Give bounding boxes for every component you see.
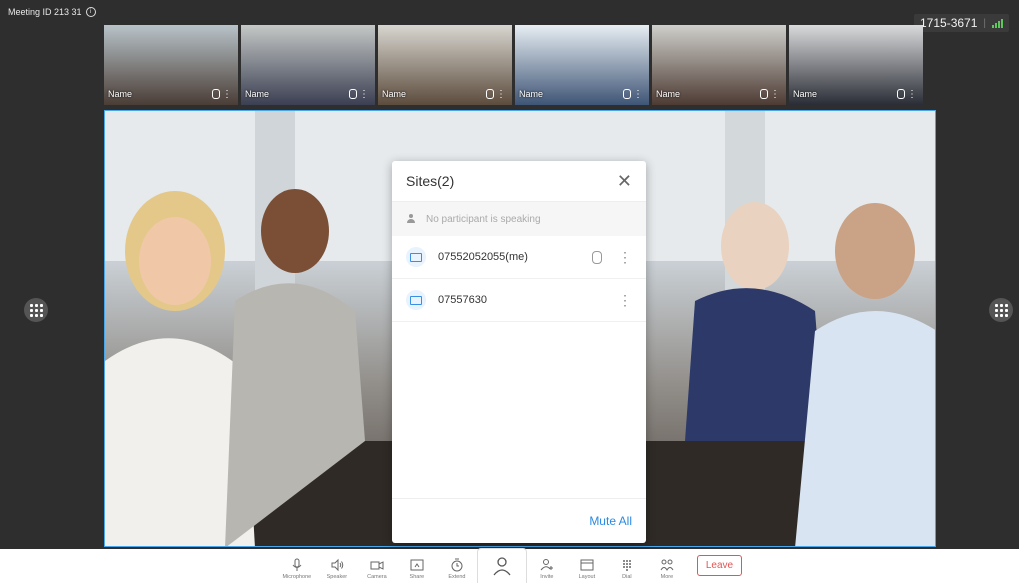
microphone-icon xyxy=(349,89,357,99)
thumbnail-name: Name xyxy=(656,89,681,99)
more-icon[interactable]: ⋮ xyxy=(359,90,369,100)
toolbar-label: Share xyxy=(409,574,425,580)
dial-button[interactable]: Dial xyxy=(607,549,647,583)
toolbar-label: Camera xyxy=(367,574,387,580)
toolbar-label: Invite xyxy=(540,574,554,580)
camera-icon xyxy=(370,561,384,570)
grid-icon xyxy=(29,303,43,317)
site-screen-icon xyxy=(406,247,426,267)
sites-panel-header: Sites(2) ✕ xyxy=(392,161,646,202)
extend-button[interactable]: Extend xyxy=(437,549,477,583)
layout-icon xyxy=(580,559,594,571)
microphone-icon xyxy=(760,89,768,99)
thumbnail-video[interactable]: Name ⋮ xyxy=(378,25,512,105)
speaking-status-text: No participant is speaking xyxy=(426,213,541,225)
share-icon xyxy=(410,559,424,571)
right-dialpad-button[interactable] xyxy=(989,298,1013,322)
meeting-id: Meeting ID 213 31 i xyxy=(8,7,96,17)
meeting-stage: Meeting ID 213 31 i 1715-3671 | Name ⋮ Na… xyxy=(0,0,1019,549)
leave-button[interactable]: Leave xyxy=(696,555,743,576)
participant-name: 07557630 xyxy=(438,294,487,306)
thumbnail-name: Name xyxy=(519,89,544,99)
participant-row[interactable]: 07552052055(me) ⋮ xyxy=(392,236,646,279)
info-icon[interactable]: i xyxy=(85,7,96,17)
separator: | xyxy=(983,17,986,29)
more-button[interactable]: More xyxy=(647,549,687,583)
toolbar-label: Extend xyxy=(448,574,466,580)
close-icon[interactable]: ✕ xyxy=(617,172,632,190)
speaker-icon xyxy=(331,558,344,572)
more-options-icon[interactable]: ⋮ xyxy=(618,293,632,307)
thumbnail-video[interactable]: Name ⋮ xyxy=(789,25,923,105)
participants-button[interactable] xyxy=(476,548,527,583)
thumbnail-name: Name xyxy=(108,89,133,99)
left-dialpad-button[interactable] xyxy=(24,298,48,322)
toolbar-label: Dial xyxy=(622,574,632,580)
dialpad-icon xyxy=(622,560,631,571)
thumbnail-video[interactable]: Name ⋮ xyxy=(515,25,649,105)
thumbnail-name: Name xyxy=(382,89,407,99)
thumbnail-name: Name xyxy=(245,89,270,99)
bottom-toolbar: Microphone Speaker Camera Share Extend I… xyxy=(0,548,1019,583)
timer-icon xyxy=(451,558,463,572)
invite-icon xyxy=(540,559,553,571)
toolbar-label: Speaker xyxy=(326,574,348,580)
toolbar-label: More xyxy=(660,574,674,580)
more-icon[interactable]: ⋮ xyxy=(222,90,232,100)
microphone-button[interactable]: Microphone xyxy=(277,549,317,583)
speaker-button[interactable]: Speaker xyxy=(317,549,357,583)
toolbar-label: Layout xyxy=(578,574,596,580)
participant-row[interactable]: 07557630 ⋮ xyxy=(392,279,646,322)
invite-button[interactable]: Invite xyxy=(527,549,567,583)
more-icon[interactable]: ⋮ xyxy=(496,90,506,100)
grid-icon xyxy=(994,303,1008,317)
camera-button[interactable]: Camera xyxy=(357,549,397,583)
meeting-code-badge: 1715-3671 | xyxy=(914,14,1009,32)
microphone-icon xyxy=(486,89,494,99)
microphone-icon xyxy=(212,89,220,99)
microphone-icon xyxy=(292,558,302,571)
more-icon[interactable]: ⋮ xyxy=(633,90,643,100)
layout-button[interactable]: Layout xyxy=(567,549,607,583)
signal-icon xyxy=(992,18,1003,28)
thumbnail-video[interactable]: Name ⋮ xyxy=(652,25,786,105)
share-button[interactable]: Share xyxy=(397,549,437,583)
sites-panel: Sites(2) ✕ No participant is speaking 07… xyxy=(392,161,646,543)
participants-icon xyxy=(493,557,511,576)
thumbnail-strip: Name ⋮ Name ⋮ Name ⋮ Name ⋮ Name ⋮ Name ⋮ xyxy=(104,25,923,105)
thumbnail-video[interactable]: Name ⋮ xyxy=(104,25,238,105)
meeting-id-label: Meeting ID 213 31 xyxy=(8,7,82,17)
thumbnail-name: Name xyxy=(793,89,818,99)
microphone-icon[interactable] xyxy=(592,250,602,264)
sites-panel-footer: Mute All xyxy=(392,498,646,543)
participant-name: 07552052055(me) xyxy=(438,251,528,263)
more-icon[interactable]: ⋮ xyxy=(907,90,917,100)
speaker-person-icon xyxy=(406,214,416,224)
mute-all-button[interactable]: Mute All xyxy=(589,514,632,528)
speaking-status: No participant is speaking xyxy=(392,202,646,236)
more-options-icon[interactable]: ⋮ xyxy=(618,250,632,264)
toolbar-label: Microphone xyxy=(282,574,312,580)
microphone-icon xyxy=(623,89,631,99)
site-screen-icon xyxy=(406,290,426,310)
microphone-icon xyxy=(897,89,905,99)
panel-title: Sites(2) xyxy=(406,173,455,189)
thumbnail-video[interactable]: Name ⋮ xyxy=(241,25,375,105)
more-icon xyxy=(660,559,674,571)
meeting-code: 1715-3671 xyxy=(920,16,978,30)
more-icon[interactable]: ⋮ xyxy=(770,90,780,100)
